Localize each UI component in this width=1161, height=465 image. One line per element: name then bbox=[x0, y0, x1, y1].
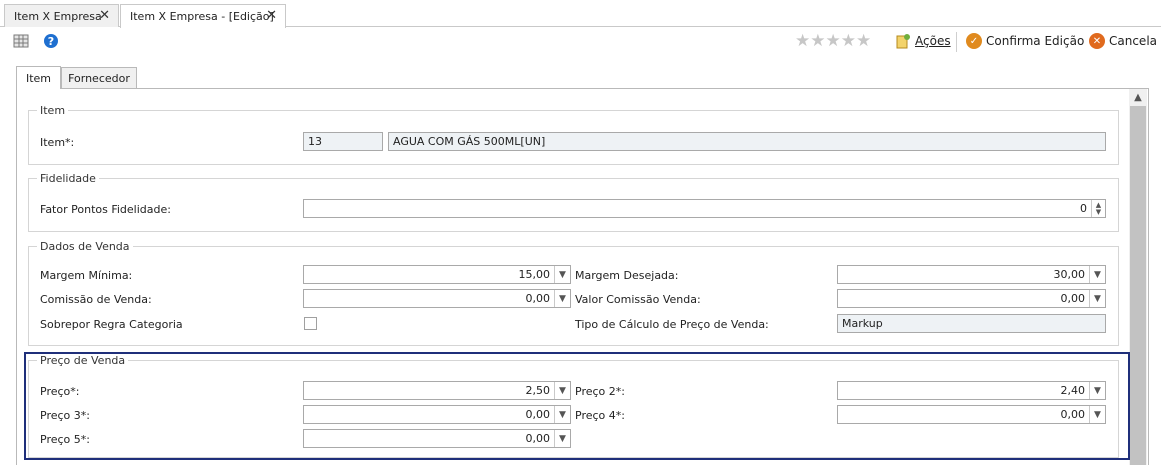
item-code-value: 13 bbox=[308, 135, 322, 148]
comissao-venda-value: 0,00 bbox=[525, 292, 551, 305]
cancela-button[interactable]: ✕ Cancela bbox=[1089, 32, 1157, 50]
valor-comissao-label: Valor Comissão Venda: bbox=[575, 293, 701, 306]
preco-3-value: 0,00 bbox=[525, 408, 551, 421]
comissao-venda-label: Comissão de Venda: bbox=[40, 293, 152, 306]
item-label: Item*: bbox=[40, 136, 75, 149]
chevron-down-icon[interactable]: ▼ bbox=[1089, 406, 1105, 423]
grid-icon[interactable] bbox=[13, 33, 29, 49]
preco-label: Preço*: bbox=[40, 385, 80, 398]
svg-text:?: ? bbox=[48, 35, 54, 48]
actions-icon bbox=[896, 34, 910, 49]
doc-tab-item-empresa-edicao[interactable]: Item X Empresa - [Edição] ✕ bbox=[120, 4, 286, 28]
confirma-edicao-button[interactable]: ✓ Confirma Edição bbox=[966, 32, 1084, 50]
preco-3-field[interactable]: 0,00 ▼ bbox=[303, 405, 571, 424]
doc-tab-label: Item X Empresa - [Edição] bbox=[130, 10, 274, 23]
chevron-down-icon[interactable]: ▼ bbox=[1089, 266, 1105, 283]
fator-pontos-label: Fator Pontos Fidelidade: bbox=[40, 203, 171, 216]
preco-5-field[interactable]: 0,00 ▼ bbox=[303, 429, 571, 448]
margem-desejada-value: 30,00 bbox=[1053, 268, 1086, 281]
margem-minima-field[interactable]: 15,00 ▼ bbox=[303, 265, 571, 284]
sobrepor-regra-checkbox[interactable] bbox=[304, 317, 317, 330]
item-description-field[interactable]: AGUA COM GÁS 500ML[UN] bbox=[388, 132, 1106, 151]
doc-tab-item-empresa[interactable]: Item X Empresa ✕ bbox=[4, 4, 119, 27]
group-title-fidelidade: Fidelidade bbox=[37, 172, 99, 185]
tipo-calculo-field[interactable]: Markup bbox=[837, 314, 1106, 333]
group-title-dados-venda: Dados de Venda bbox=[37, 240, 133, 253]
fator-pontos-stepper[interactable]: 0 ▲ ▼ bbox=[303, 199, 1106, 218]
tab-fornecedor[interactable]: Fornecedor bbox=[61, 67, 137, 89]
chevron-down-icon[interactable]: ▼ bbox=[554, 406, 570, 423]
margem-minima-label: Margem Mínima: bbox=[40, 269, 133, 282]
comissao-venda-field[interactable]: 0,00 ▼ bbox=[303, 289, 571, 308]
doc-tab-label: Item X Empresa bbox=[14, 9, 102, 23]
acoes-button[interactable]: Ações bbox=[895, 32, 951, 50]
vertical-scrollbar[interactable]: ▲ bbox=[1129, 89, 1147, 465]
scroll-up-arrow-icon[interactable]: ▲ bbox=[1129, 89, 1147, 105]
margem-desejada-field[interactable]: 30,00 ▼ bbox=[837, 265, 1106, 284]
scrollbar-thumb[interactable] bbox=[1130, 106, 1146, 465]
chevron-down-icon[interactable]: ▼ bbox=[554, 430, 570, 447]
preco-4-value: 0,00 bbox=[1060, 408, 1086, 421]
preco-3-label: Preço 3*: bbox=[40, 409, 90, 422]
margem-desejada-label: Margem Desejada: bbox=[575, 269, 679, 282]
cancel-icon: ✕ bbox=[1089, 33, 1105, 49]
toolbar: ? ★★★★★ Ações ✓ Confirma Edição ✕ Cancel… bbox=[0, 27, 1161, 55]
preco-5-label: Preço 5*: bbox=[40, 433, 90, 446]
item-description-value: AGUA COM GÁS 500ML[UN] bbox=[393, 135, 546, 148]
confirma-label: Confirma Edição bbox=[986, 34, 1085, 48]
close-icon[interactable]: ✕ bbox=[99, 8, 110, 23]
chevron-down-icon[interactable]: ▼ bbox=[554, 290, 570, 307]
item-code-field[interactable]: 13 bbox=[303, 132, 383, 151]
close-icon[interactable]: ✕ bbox=[266, 8, 277, 23]
confirm-icon: ✓ bbox=[966, 33, 982, 49]
sobrepor-regra-label: Sobrepor Regra Categoria bbox=[40, 318, 183, 331]
group-title-item: Item bbox=[37, 104, 69, 117]
chevron-down-icon[interactable]: ▼ bbox=[554, 382, 570, 399]
chevron-down-icon[interactable]: ▼ bbox=[554, 266, 570, 283]
preco-field[interactable]: 2,50 ▼ bbox=[303, 381, 571, 400]
acoes-label: Ações bbox=[915, 34, 951, 48]
tab-label: Item bbox=[25, 71, 52, 85]
cancela-label: Cancela bbox=[1109, 34, 1158, 48]
chevron-down-icon[interactable]: ▼ bbox=[1089, 382, 1105, 399]
tipo-calculo-label: Tipo de Cálculo de Preço de Venda: bbox=[575, 318, 769, 331]
tipo-calculo-value: Markup bbox=[842, 317, 883, 330]
help-icon[interactable]: ? bbox=[43, 33, 59, 49]
margem-minima-value: 15,00 bbox=[518, 268, 551, 281]
preco-2-field[interactable]: 2,40 ▼ bbox=[837, 381, 1106, 400]
tab-label: Fornecedor bbox=[68, 72, 130, 85]
document-tab-bar: Item X Empresa ✕ Item X Empresa - [Ediçã… bbox=[0, 0, 1161, 28]
preco-2-label: Preço 2*: bbox=[575, 385, 625, 398]
preco-4-label: Preço 4*: bbox=[575, 409, 625, 422]
valor-comissao-field[interactable]: 0,00 ▼ bbox=[837, 289, 1106, 308]
group-title-preco-venda: Preço de Venda bbox=[37, 354, 129, 367]
tab-item[interactable]: Item bbox=[16, 66, 61, 89]
preco-5-value: 0,00 bbox=[525, 432, 551, 445]
preco-4-field[interactable]: 0,00 ▼ bbox=[837, 405, 1106, 424]
fator-pontos-value: 0 bbox=[1080, 202, 1087, 215]
chevron-down-icon[interactable]: ▼ bbox=[1089, 290, 1105, 307]
valor-comissao-value: 0,00 bbox=[1060, 292, 1086, 305]
rating-stars[interactable]: ★★★★★ bbox=[795, 31, 871, 51]
toolbar-separator bbox=[956, 32, 957, 52]
preco-2-value: 2,40 bbox=[1060, 384, 1086, 397]
preco-value: 2,50 bbox=[525, 384, 551, 397]
spinner-arrows-icon[interactable]: ▲ ▼ bbox=[1091, 200, 1105, 217]
